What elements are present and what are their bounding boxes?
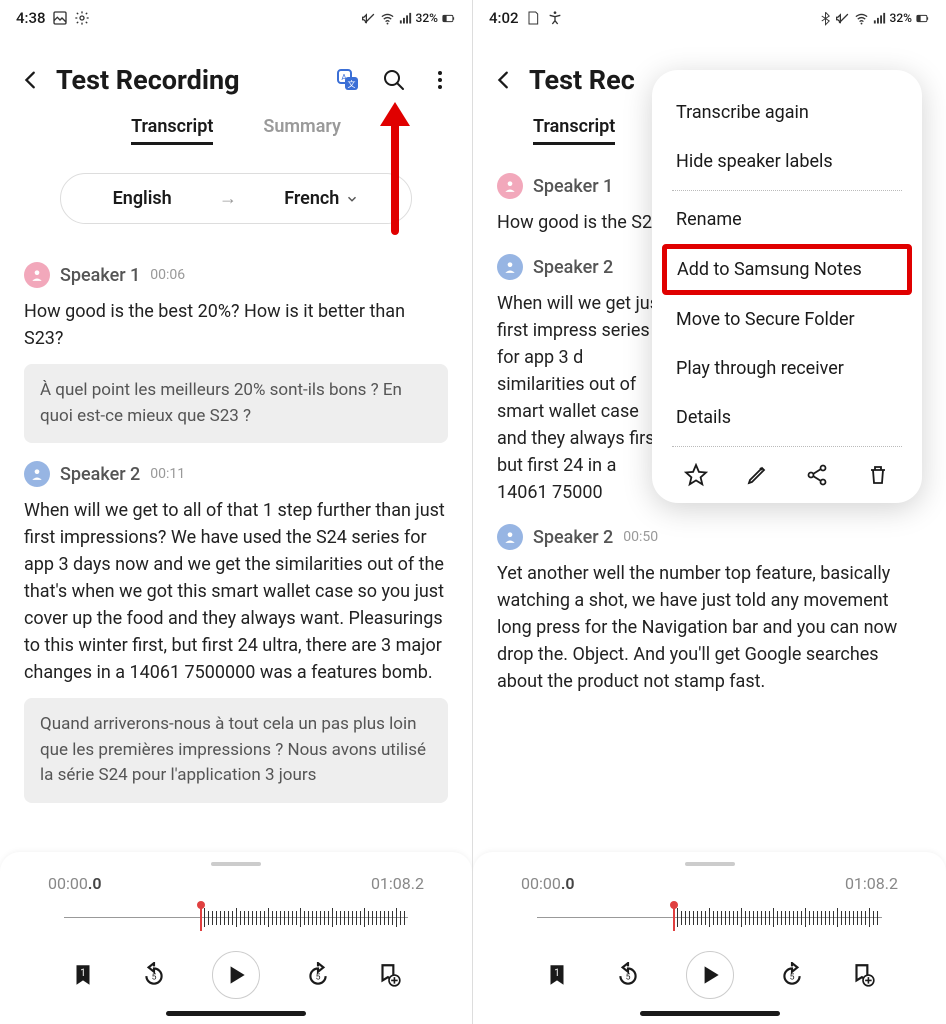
status-bar: 4:02 32%: [473, 0, 946, 36]
star-icon[interactable]: [684, 463, 708, 487]
arrow-right-icon: →: [219, 188, 237, 209]
menu-rename[interactable]: Rename: [666, 195, 908, 244]
battery-pct: 32%: [890, 11, 912, 25]
menu-details[interactable]: Details: [666, 393, 908, 442]
add-bookmark-icon[interactable]: [376, 962, 402, 988]
add-bookmark-icon[interactable]: [850, 962, 876, 988]
chevron-down-icon: [345, 192, 359, 206]
play-button[interactable]: [686, 951, 734, 999]
svg-text:5: 5: [152, 972, 157, 982]
rewind-5-icon[interactable]: 5: [615, 962, 641, 988]
avatar: [497, 173, 523, 199]
menu-add-to-samsung-notes[interactable]: Add to Samsung Notes: [667, 249, 907, 290]
translation-text: Quand arriverons-nous à tout cela un pas…: [24, 698, 448, 803]
speaker-label: Speaker 1: [533, 176, 613, 197]
forward-5-icon[interactable]: 5: [779, 962, 805, 988]
bookmark-icon[interactable]: 1: [70, 962, 96, 988]
transcript-text[interactable]: How good is the best 20%? How is it bett…: [24, 298, 448, 352]
waveform[interactable]: [497, 903, 922, 931]
battery-pct: 32%: [416, 11, 438, 25]
more-icon[interactable]: [428, 68, 452, 92]
svg-text:1: 1: [81, 968, 86, 979]
svg-text:5: 5: [789, 972, 794, 982]
time-current: 00:00.0: [521, 874, 575, 893]
transcript-text[interactable]: Yet another well the number top feature,…: [497, 560, 922, 695]
sdcard-icon: [525, 10, 541, 26]
tab-transcript[interactable]: Transcript: [131, 116, 213, 145]
vibrate-mute-icon: [836, 11, 851, 26]
speaker-label: Speaker 1: [60, 265, 140, 286]
status-bar: 4:38 32%: [0, 0, 472, 36]
wifi-icon: [854, 11, 869, 26]
timestamp: 00:06: [150, 267, 185, 283]
play-button[interactable]: [212, 951, 260, 999]
back-icon[interactable]: [20, 69, 42, 91]
avatar: [24, 262, 50, 288]
translate-icon[interactable]: A文: [336, 68, 360, 92]
svg-text:A: A: [341, 73, 347, 82]
status-time: 4:38: [16, 9, 46, 27]
player-bar: 00:00.0 01:08.2 1 5 5: [473, 852, 946, 1024]
speaker-label: Speaker 2: [533, 527, 613, 548]
page-title: Test Recording: [56, 64, 322, 96]
waveform[interactable]: [24, 903, 448, 931]
time-total: 01:08.2: [845, 874, 898, 893]
transcript-text[interactable]: How good is the S23?: [497, 209, 677, 236]
language-selector[interactable]: English → French: [60, 173, 412, 224]
tab-transcript[interactable]: Transcript: [533, 116, 615, 145]
avatar: [497, 524, 523, 550]
vibrate-mute-icon: [362, 11, 377, 26]
time-total: 01:08.2: [371, 874, 424, 893]
speaker-label: Speaker 2: [533, 257, 613, 278]
svg-text:5: 5: [315, 972, 320, 982]
avatar: [497, 254, 523, 280]
lang-to: French: [284, 188, 339, 209]
lang-from: English: [113, 188, 172, 209]
drag-handle[interactable]: [685, 862, 735, 866]
svg-text:文: 文: [348, 79, 356, 89]
accessibility-icon: [547, 10, 563, 26]
signal-icon: [872, 11, 887, 26]
bluetooth-icon: [818, 11, 833, 26]
edit-icon[interactable]: [745, 463, 769, 487]
speaker-label: Speaker 2: [60, 464, 140, 485]
avatar: [24, 461, 50, 487]
forward-5-icon[interactable]: 5: [305, 962, 331, 988]
status-time: 4:02: [489, 9, 519, 27]
share-icon[interactable]: [805, 463, 829, 487]
signal-icon: [398, 11, 413, 26]
timestamp: 00:11: [150, 466, 185, 482]
bookmark-icon[interactable]: 1: [544, 962, 570, 988]
time-current: 00:00.0: [48, 874, 102, 893]
translation-text: À quel point les meilleurs 20% sont-ils …: [24, 364, 448, 443]
timestamp: 00:50: [623, 529, 658, 545]
menu-play-receiver[interactable]: Play through receiver: [666, 344, 908, 393]
battery-icon: [915, 11, 930, 26]
rewind-5-icon[interactable]: 5: [141, 962, 167, 988]
home-indicator[interactable]: [166, 1011, 306, 1016]
image-icon: [52, 10, 68, 26]
player-bar: 00:00.0 01:08.2 1 5 5: [0, 852, 472, 1024]
battery-icon: [441, 11, 456, 26]
back-icon[interactable]: [493, 69, 515, 91]
menu-move-secure-folder[interactable]: Move to Secure Folder: [666, 295, 908, 344]
wifi-icon: [380, 11, 395, 26]
transcript-text[interactable]: When will we get to all of that 1 step f…: [24, 497, 448, 686]
trash-icon[interactable]: [866, 463, 890, 487]
menu-hide-speaker-labels[interactable]: Hide speaker labels: [666, 137, 908, 186]
overflow-menu: Transcribe again Hide speaker labels Ren…: [652, 70, 922, 503]
search-icon[interactable]: [382, 68, 406, 92]
svg-text:5: 5: [625, 972, 630, 982]
menu-transcribe-again[interactable]: Transcribe again: [666, 88, 908, 137]
tab-summary[interactable]: Summary: [263, 116, 341, 145]
gear-icon: [74, 10, 90, 26]
transcript-text[interactable]: When will we get just first impress seri…: [497, 290, 667, 506]
home-indicator[interactable]: [640, 1011, 780, 1016]
svg-text:1: 1: [554, 968, 559, 979]
drag-handle[interactable]: [211, 862, 261, 866]
